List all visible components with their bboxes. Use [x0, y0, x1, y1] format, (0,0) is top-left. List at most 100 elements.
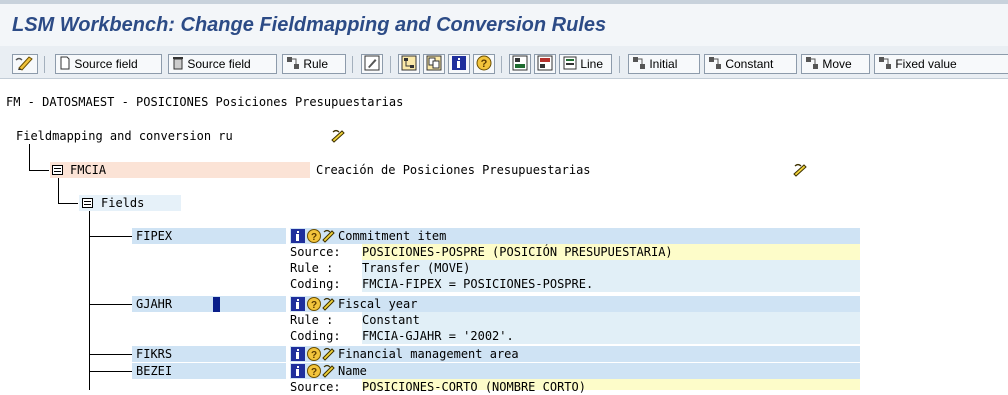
edit-pencil-button[interactable] [361, 54, 383, 74]
display-change-toggle-button[interactable] [12, 54, 38, 74]
info-icon[interactable] [291, 347, 305, 361]
magic-wand-icon[interactable] [322, 347, 336, 361]
field-title-fipex: Commitment item [338, 229, 447, 243]
rule-icon [879, 57, 891, 70]
source-value: POSICIONES-POSPRE (POSICIÓN PRESUPUESTAR… [362, 245, 673, 259]
magic-wand-icon[interactable] [792, 162, 808, 178]
svg-text:?: ? [481, 58, 488, 70]
folder-open-icon[interactable] [52, 165, 63, 175]
svg-text:?: ? [311, 350, 317, 361]
toolbar-separator [352, 56, 353, 73]
help-button[interactable]: ? [473, 54, 495, 74]
source-label: Source: [290, 380, 341, 394]
title-bar-border [0, 0, 1008, 4]
magic-wand-icon[interactable] [322, 229, 336, 243]
field-title-fikrs: Financial management area [338, 347, 519, 361]
mapping-tree-area: FM - DATOSMAEST - POSICIONES Posiciones … [0, 79, 1008, 394]
info-icon [452, 56, 466, 71]
field-name-bezei[interactable]: BEZEI [136, 363, 172, 379]
toolbar-separator [390, 56, 391, 73]
rule-value: Constant [362, 313, 420, 327]
rule-label: Rule [303, 57, 329, 71]
copy-icon [426, 55, 442, 71]
field-title-band [290, 363, 860, 379]
line-layout-icon [563, 56, 577, 70]
field-name-fikrs[interactable]: FIKRS [136, 346, 172, 362]
magic-wand-icon[interactable] [330, 128, 346, 144]
rule-label: Rule : [290, 261, 334, 275]
collapse-button[interactable] [534, 54, 556, 74]
window-title: LSM Workbench: Change Fieldmapping and C… [12, 14, 607, 36]
application-toolbar: Source field Source field Rule ? Line In… [0, 46, 1008, 79]
source-label: Source: [290, 245, 341, 259]
source-value: POSICIONES-CORTO (NOMBRE CORTO) [362, 380, 586, 394]
pencil-icon [364, 55, 380, 71]
copy-button[interactable] [423, 54, 445, 74]
rule-fixed-value-button[interactable]: Fixed value [874, 54, 1008, 74]
folder-open-icon[interactable] [82, 198, 93, 208]
info-button[interactable] [448, 54, 470, 74]
tree-root-label[interactable]: Fieldmapping and conversion ru [16, 128, 233, 144]
coding-value: FMCIA-FIPEX = POSICIONES-POSPRE. [362, 277, 594, 291]
rule-move-button[interactable]: Move [801, 54, 870, 74]
question-icon[interactable]: ? [307, 297, 321, 311]
toolbar-separator [619, 56, 620, 73]
question-icon: ? [476, 55, 492, 71]
rule-icon [287, 57, 299, 70]
rule-fixed-value-label: Fixed value [895, 57, 957, 71]
field-name-gjahr[interactable]: GJAHR [136, 296, 172, 312]
rule-button[interactable]: Rule [282, 54, 346, 74]
toolbar-separator [501, 56, 502, 73]
tree-connector [89, 371, 132, 372]
structure-name[interactable]: FMCIA [70, 162, 106, 178]
coding-label: Coding: [290, 329, 341, 343]
hierarchy-button[interactable] [398, 54, 420, 74]
tree-connector [89, 304, 132, 305]
trash-can-icon [173, 57, 183, 70]
rule-constant-button[interactable]: Constant [704, 54, 797, 74]
tree-connector [58, 203, 78, 204]
svg-text:?: ? [311, 232, 317, 243]
tree-connector [89, 210, 90, 390]
field-name-fipex[interactable]: FIPEX [136, 228, 172, 244]
info-icon[interactable] [291, 297, 305, 311]
coding-value: FMCIA-GJAHR = '2002'. [362, 329, 514, 343]
fields-node-label[interactable]: Fields [101, 195, 144, 211]
magic-wand-icon[interactable] [322, 297, 336, 311]
tree-connector [29, 144, 30, 170]
tree-connector [89, 236, 132, 237]
rule-value: Transfer (MOVE) [362, 261, 471, 275]
create-source-field-button[interactable]: Source field [55, 54, 162, 74]
object-path-header: FM - DATOSMAEST - POSICIONES Posiciones … [6, 95, 404, 109]
blank-page-icon [60, 56, 70, 70]
title-bar: LSM Workbench: Change Fieldmapping and C… [0, 0, 1008, 46]
structure-description: Creación de Posiciones Presupuestarias [316, 163, 591, 177]
svg-text:?: ? [311, 300, 317, 311]
rule-initial-button[interactable]: Initial [628, 54, 700, 74]
question-icon[interactable]: ? [307, 364, 321, 378]
tree-connector [58, 177, 59, 204]
info-icon[interactable] [291, 229, 305, 243]
line-button[interactable]: Line [559, 54, 612, 74]
info-icon[interactable] [291, 364, 305, 378]
rule-icon [709, 57, 721, 70]
text-cursor [213, 297, 220, 312]
coding-label: Coding: [290, 277, 341, 291]
magic-wand-icon[interactable] [322, 364, 336, 378]
question-icon[interactable]: ? [307, 347, 321, 361]
hierarchy-icon [401, 55, 417, 71]
expand-icon [512, 55, 528, 71]
collapse-icon [537, 55, 553, 71]
create-source-field-label: Source field [74, 57, 138, 71]
rule-constant-label: Constant [725, 57, 774, 71]
rule-initial-label: Initial [649, 57, 678, 71]
delete-source-field-button[interactable]: Source field [168, 54, 277, 74]
rule-icon [633, 57, 645, 70]
tree-connector [89, 354, 132, 355]
pencil-glasses-icon [15, 56, 33, 71]
delete-source-field-label: Source field [187, 57, 251, 71]
expand-button[interactable] [509, 54, 531, 74]
svg-text:?: ? [311, 367, 317, 378]
rule-icon [806, 57, 818, 70]
question-icon[interactable]: ? [307, 229, 321, 243]
